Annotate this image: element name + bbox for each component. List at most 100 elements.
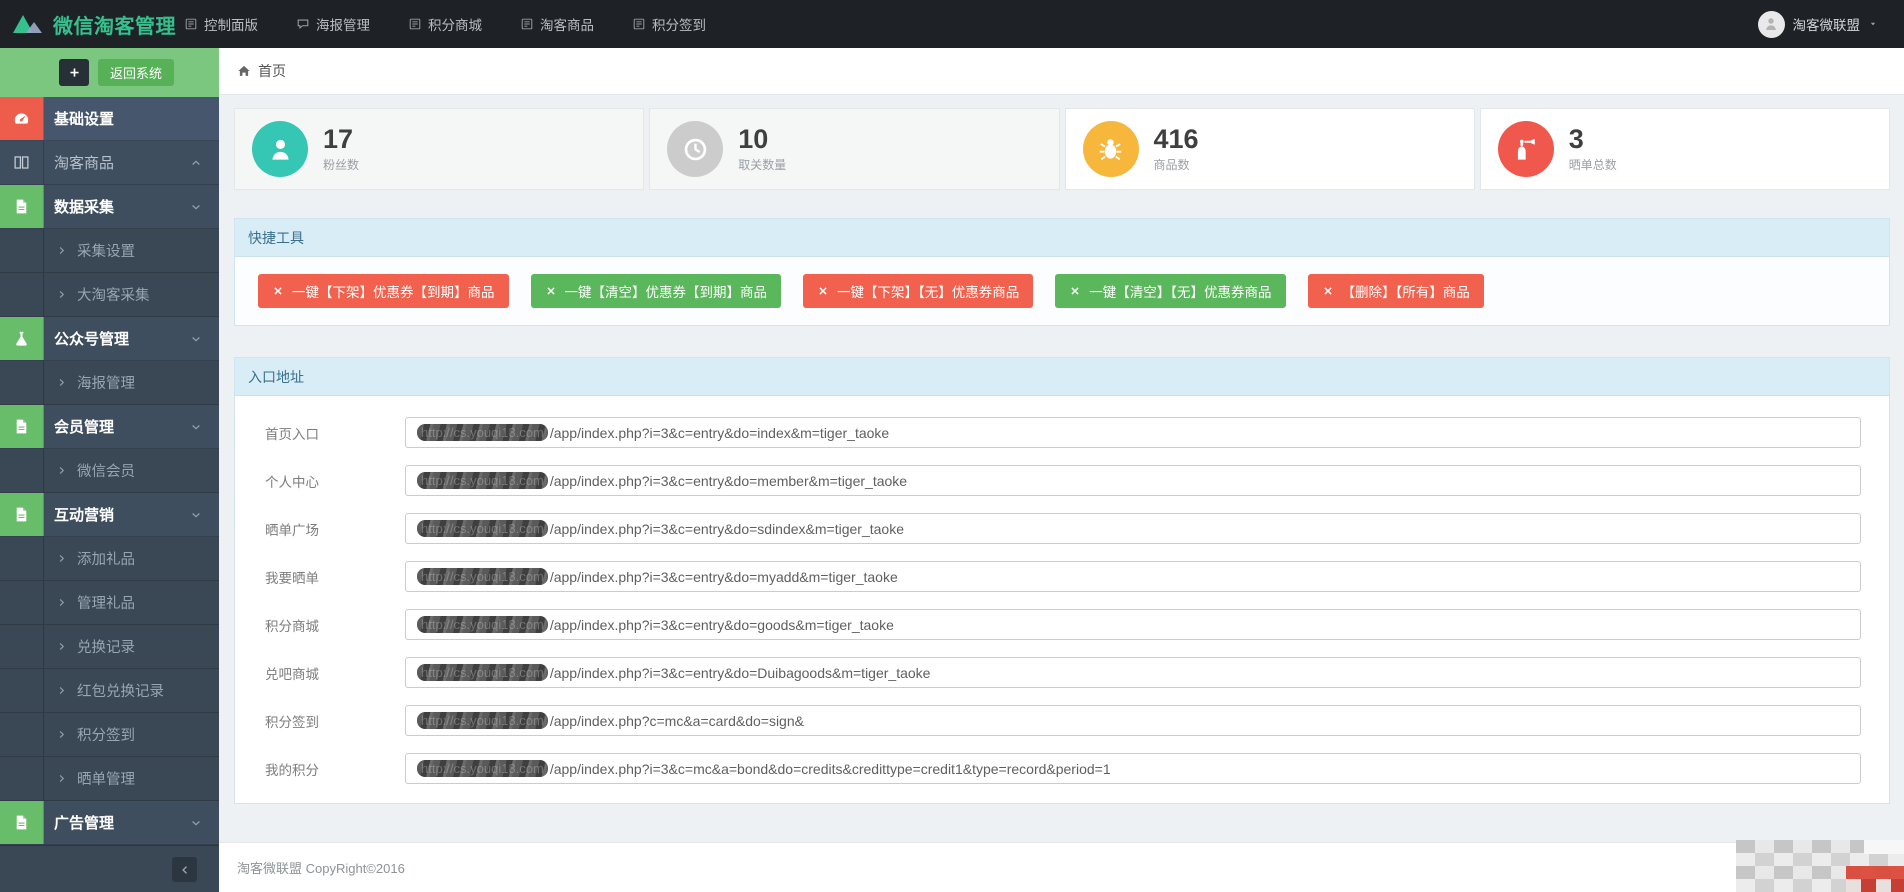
- sidebar-item[interactable]: 基础设置: [0, 97, 219, 141]
- stat-label: 粉丝数: [323, 158, 360, 173]
- sidebar-item-label: 晒单管理: [77, 772, 135, 788]
- sidebar-item[interactable]: 会员管理: [0, 405, 219, 449]
- url-input[interactable]: http://cs.youqi18.com /app/index.php?i=3…: [405, 753, 1861, 784]
- sidebar-item[interactable]: 公众号管理: [0, 317, 219, 361]
- sidebar-bottom: [0, 845, 219, 892]
- sidebar-item-icon-cell: [0, 669, 44, 712]
- stat-value: 416: [1153, 123, 1199, 154]
- redacted-domain: http://cs.youqi18.com: [417, 760, 548, 777]
- url-input[interactable]: http://cs.youqi18.com /app/index.php?c=m…: [405, 705, 1861, 736]
- list-icon: [520, 17, 534, 31]
- caret-down-icon: [190, 201, 202, 213]
- url-input[interactable]: http://cs.youqi18.com /app/index.php?i=3…: [405, 561, 1861, 592]
- logo-mountain-icon: [12, 12, 45, 36]
- sidebar-item-label: 互动营销: [54, 507, 115, 524]
- tool-button[interactable]: 【删除】【所有】商品: [1307, 274, 1484, 308]
- top-menu-item-label: 积分签到: [652, 18, 706, 33]
- sidebar-item[interactable]: 采集设置: [0, 229, 219, 273]
- tool-button[interactable]: 一键【下架】优惠券【到期】商品: [258, 274, 509, 308]
- url-path: /app/index.php?i=3&c=entry&do=member&m=t…: [549, 472, 908, 489]
- sidebar-item[interactable]: 大淘客采集: [0, 273, 219, 317]
- sidebar-item[interactable]: 海报管理: [0, 361, 219, 405]
- chat-icon: [296, 17, 310, 31]
- avatar: [1757, 10, 1785, 38]
- list-icon: [632, 17, 646, 31]
- sidebar-item[interactable]: 积分签到: [0, 713, 219, 757]
- url-input[interactable]: http://cs.youqi18.com /app/index.php?i=3…: [405, 513, 1861, 544]
- tool-button-label: 【删除】【所有】商品: [1341, 285, 1470, 300]
- x-icon: [272, 285, 284, 297]
- sidebar-item-icon-cell: [0, 185, 44, 228]
- sidebar-item[interactable]: 红包兑换记录: [0, 669, 219, 713]
- stat-card: 10 取关数量: [649, 108, 1060, 190]
- x-icon: [1069, 285, 1081, 297]
- sidebar-item[interactable]: 互动营销: [0, 493, 219, 537]
- sidebar-item-icon-cell: [0, 273, 44, 316]
- app-logo[interactable]: 微信淘客管理: [0, 10, 178, 39]
- top-menu-item[interactable]: 积分签到: [632, 14, 706, 34]
- url-input[interactable]: http://cs.youqi18.com /app/index.php?i=3…: [405, 609, 1861, 640]
- top-menu-item-label: 控制面版: [204, 18, 258, 33]
- url-path: /app/index.php?c=mc&a=card&do=sign&: [549, 712, 804, 729]
- url-path: /app/index.php?i=3&c=entry&do=index&m=ti…: [549, 424, 890, 441]
- tool-button[interactable]: 一键【清空】优惠券【到期】商品: [530, 274, 781, 308]
- entry-row: 积分商城 http://cs.youqi18.com /app/index.ph…: [265, 609, 1861, 640]
- tool-button[interactable]: 一键【清空】【无】优惠券商品: [1055, 274, 1286, 308]
- top-menu-item[interactable]: 海报管理: [296, 14, 370, 34]
- top-menu-item[interactable]: 积分商城: [408, 14, 482, 34]
- chevron-right-icon: [56, 773, 67, 784]
- sidebar-item[interactable]: 添加礼品: [0, 537, 219, 581]
- tool-button[interactable]: 一键【下架】【无】优惠券商品: [803, 274, 1034, 308]
- x-icon: [1322, 285, 1334, 297]
- entry-row: 兑吧商城 http://cs.youqi18.com /app/index.ph…: [265, 657, 1861, 688]
- redacted-domain: http://cs.youqi18.com: [417, 520, 548, 537]
- entry-row: 晒单广场 http://cs.youqi18.com /app/index.ph…: [265, 513, 1861, 544]
- sidebar-collapse-button[interactable]: [172, 857, 197, 882]
- top-menu-item[interactable]: 控制面版: [184, 14, 258, 34]
- sidebar-item[interactable]: 数据采集: [0, 185, 219, 229]
- breadcrumb: 首页: [219, 48, 1904, 95]
- person-icon: [1763, 16, 1779, 32]
- columns-icon: [13, 154, 30, 171]
- sidebar-item[interactable]: 淘客商品: [0, 141, 219, 185]
- tool-button-label: 一键【清空】【无】优惠券商品: [1089, 285, 1272, 300]
- url-path: /app/index.php?i=3&c=entry&do=goods&m=ti…: [549, 616, 894, 633]
- redacted-domain: http://cs.youqi18.com: [417, 472, 548, 489]
- chevron-right-icon: [56, 729, 67, 740]
- sidebar-item[interactable]: 管理礼品: [0, 581, 219, 625]
- top-menu-item[interactable]: 淘客商品: [520, 14, 594, 34]
- url-input[interactable]: http://cs.youqi18.com /app/index.php?i=3…: [405, 417, 1861, 448]
- sidebar-item-icon-cell: [0, 141, 44, 184]
- sidebar-item[interactable]: 兑换记录: [0, 625, 219, 669]
- entry-label: 兑吧商城: [265, 666, 319, 682]
- stat-value: 3: [1568, 123, 1584, 154]
- top-menu-item-label: 积分商城: [428, 18, 482, 33]
- sidebar-item[interactable]: 广告管理: [0, 801, 219, 845]
- user-menu[interactable]: 淘客微联盟: [1757, 10, 1904, 38]
- entry-address-panel: 入口地址 首页入口 http://cs.youqi18.com /app/ind…: [234, 357, 1890, 804]
- add-button[interactable]: [59, 59, 89, 86]
- sidebar-item-label: 海报管理: [77, 376, 135, 392]
- clock-icon: [682, 136, 709, 163]
- chevron-right-icon: [56, 597, 67, 608]
- return-system-button[interactable]: 返回系统: [98, 59, 175, 86]
- copyright-text: 淘客微联盟 CopyRight©2016: [237, 861, 405, 876]
- redacted-domain: http://cs.youqi18.com: [417, 424, 548, 441]
- list-icon: [184, 17, 198, 31]
- sidebar-item-icon-cell: [0, 361, 44, 404]
- file-text-icon: [13, 418, 30, 435]
- breadcrumb-home[interactable]: 首页: [258, 61, 286, 81]
- sidebar-item-label: 淘客商品: [54, 155, 115, 172]
- url-input[interactable]: http://cs.youqi18.com /app/index.php?i=3…: [405, 657, 1861, 688]
- sidebar-item[interactable]: 晒单管理: [0, 757, 219, 801]
- redacted-domain: http://cs.youqi18.com: [417, 568, 548, 585]
- url-input[interactable]: http://cs.youqi18.com /app/index.php?i=3…: [405, 465, 1861, 496]
- top-menu-item-label: 淘客商品: [540, 18, 594, 33]
- stat-icon-circle: [1082, 121, 1139, 177]
- sidebar-item-label: 红包兑换记录: [77, 684, 164, 700]
- sidebar-item[interactable]: 微信会员: [0, 449, 219, 493]
- sidebar-item-icon-cell: [0, 449, 44, 492]
- panel-title: 快捷工具: [235, 219, 1889, 257]
- chevron-right-icon: [56, 641, 67, 652]
- tool-button-label: 一键【下架】【无】优惠券商品: [837, 285, 1020, 300]
